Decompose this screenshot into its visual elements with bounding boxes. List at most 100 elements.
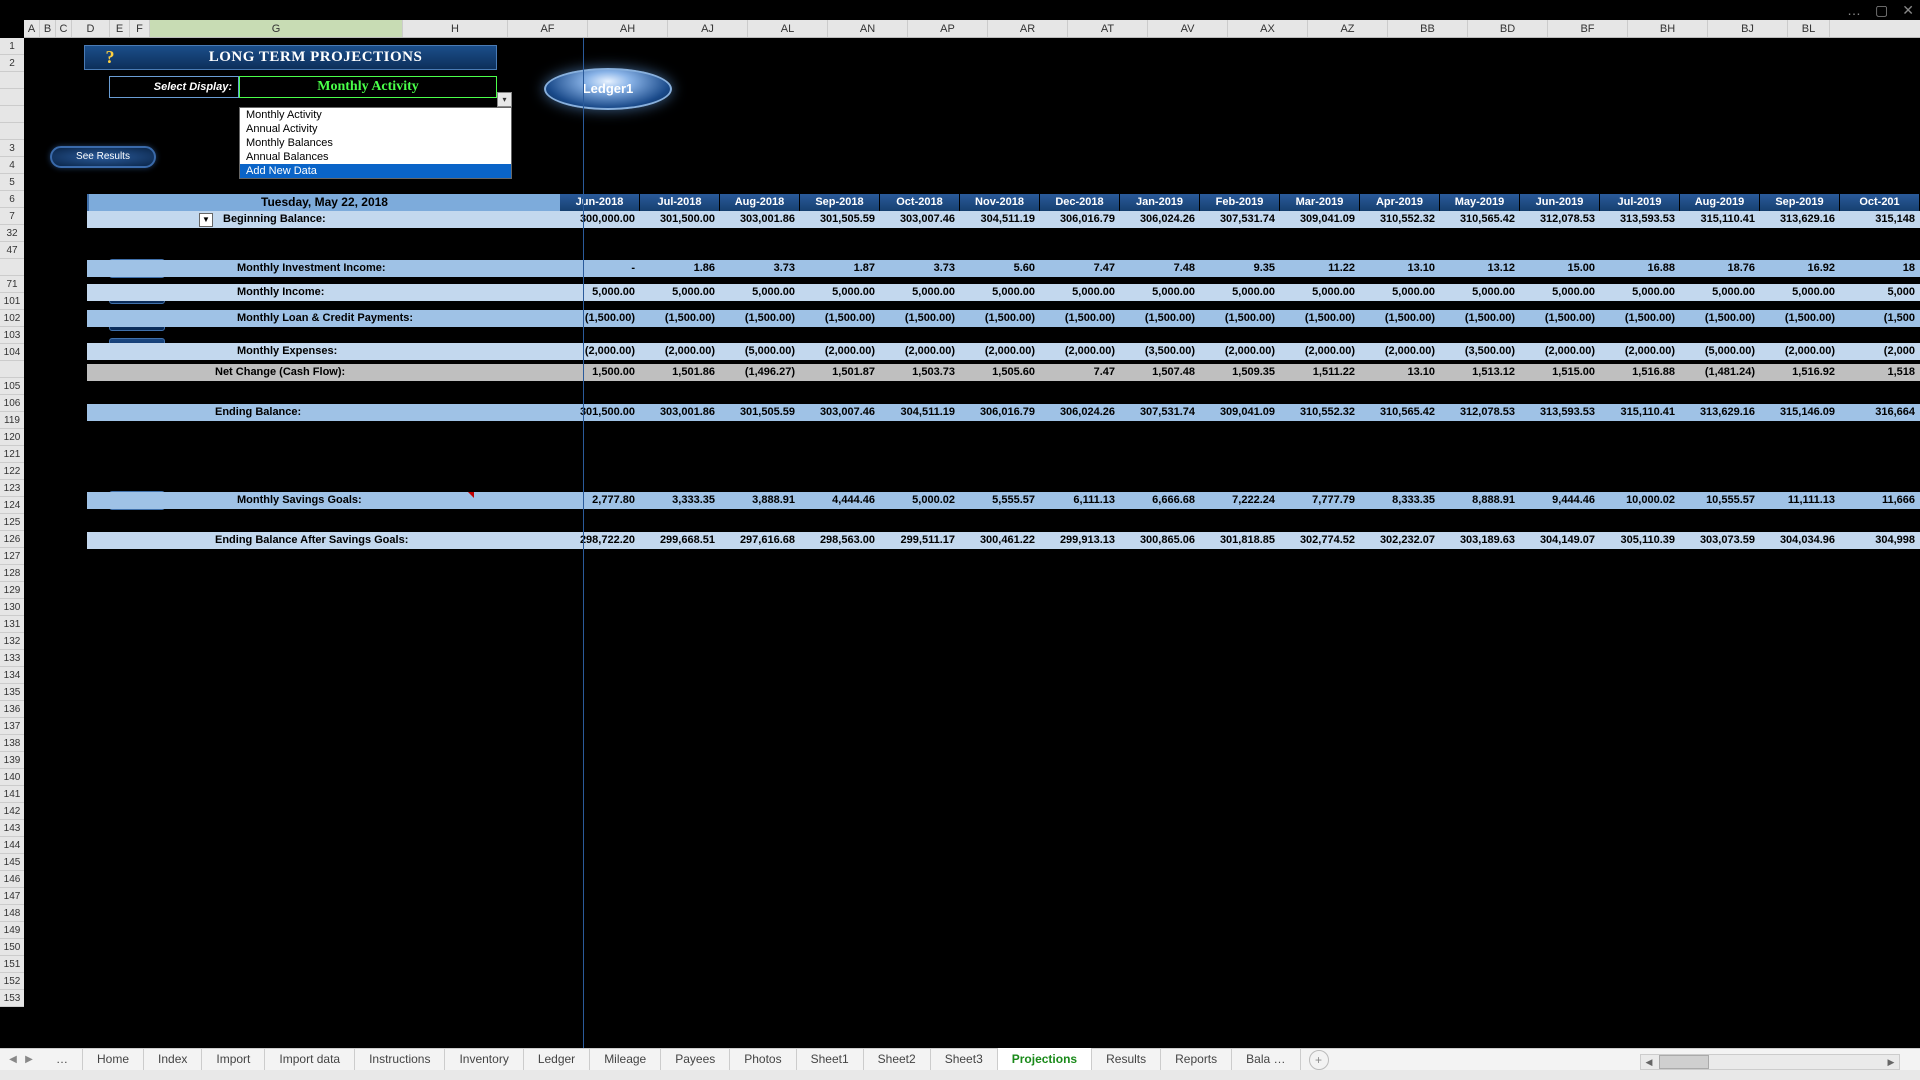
data-cell[interactable]: (1,500.00) [880,310,960,327]
data-cell[interactable]: 307,531.74 [1120,404,1200,421]
data-cell[interactable]: 303,001.86 [640,404,720,421]
data-cell[interactable]: 298,722.20 [560,532,640,549]
row-header[interactable]: 140 [0,769,24,786]
row-header[interactable]: 105 [0,378,24,395]
column-header[interactable]: AH [588,20,668,37]
data-cell[interactable]: (2,000.00) [880,343,960,360]
data-cell[interactable]: 5,000.00 [880,284,960,301]
row-header[interactable]: 106 [0,395,24,412]
data-cell[interactable]: (2,000.00) [640,343,720,360]
data-cell[interactable]: 5,000.00 [1280,284,1360,301]
row-header[interactable]: 7 [0,208,24,225]
data-cell[interactable]: 304,998 [1840,532,1920,549]
data-cell[interactable]: (2,000.00) [560,343,640,360]
data-cell[interactable]: 6,111.13 [1040,492,1120,509]
column-header[interactable]: AF [508,20,588,37]
sheet-tab[interactable]: Index [144,1048,202,1072]
data-cell[interactable]: 7.48 [1120,260,1200,277]
restore-icon[interactable]: ▢ [1875,2,1888,19]
row-header[interactable] [0,361,24,378]
data-cell[interactable]: (1,500.00) [1200,310,1280,327]
data-cell[interactable]: 13.10 [1360,260,1440,277]
row-header[interactable]: 120 [0,429,24,446]
sheet-tab[interactable]: Instructions [355,1048,445,1072]
data-cell[interactable]: (3,500.00) [1440,343,1520,360]
data-cell[interactable]: (1,500 [1840,310,1920,327]
data-cell[interactable]: 303,189.63 [1440,532,1520,549]
data-cell[interactable]: 9,444.46 [1520,492,1600,509]
column-header[interactable]: AZ [1308,20,1388,37]
data-cell[interactable]: 1,518 [1840,364,1920,381]
sheet-tab[interactable]: Results [1092,1048,1161,1072]
data-cell[interactable]: (1,500.00) [1040,310,1120,327]
sheet-tab[interactable]: Reports [1161,1048,1232,1072]
row-header[interactable]: 101 [0,293,24,310]
data-cell[interactable]: (5,000.00) [1680,343,1760,360]
data-cell[interactable]: 1,505.60 [960,364,1040,381]
data-cell[interactable]: 3,333.35 [640,492,720,509]
column-header[interactable]: AP [908,20,988,37]
sheet-tab[interactable]: Home [83,1048,144,1072]
row-header[interactable]: 142 [0,803,24,820]
data-cell[interactable]: 299,668.51 [640,532,720,549]
data-cell[interactable]: 11.22 [1280,260,1360,277]
data-cell[interactable]: (2,000.00) [1520,343,1600,360]
row-header[interactable]: 119 [0,412,24,429]
row-header[interactable]: 137 [0,718,24,735]
sheet-tab[interactable]: Inventory [445,1048,523,1072]
row-header[interactable]: 133 [0,650,24,667]
data-cell[interactable]: 303,073.59 [1680,532,1760,549]
data-cell[interactable]: 298,563.00 [800,532,880,549]
column-header[interactable]: AR [988,20,1068,37]
data-cell[interactable]: (1,500.00) [720,310,800,327]
sheet-tab[interactable]: Bala … [1232,1048,1300,1072]
column-header[interactable]: C [56,20,72,37]
data-cell[interactable]: 313,629.16 [1680,404,1760,421]
data-cell[interactable]: 315,146.09 [1760,404,1840,421]
data-cell[interactable]: 310,565.42 [1440,211,1520,228]
data-cell[interactable]: 1,501.86 [640,364,720,381]
data-cell[interactable]: 316,664 [1840,404,1920,421]
data-cell[interactable]: 312,078.53 [1440,404,1520,421]
data-cell[interactable]: 7,222.24 [1200,492,1280,509]
data-cell[interactable]: 310,552.32 [1360,211,1440,228]
data-cell[interactable]: 306,016.79 [960,404,1040,421]
data-cell[interactable]: 299,913.13 [1040,532,1120,549]
more-icon[interactable]: … [1847,2,1861,19]
data-cell[interactable]: 1.86 [640,260,720,277]
sheet-tab[interactable]: Mileage [590,1048,661,1072]
data-cell[interactable]: 301,500.00 [640,211,720,228]
column-header[interactable]: BD [1468,20,1548,37]
data-cell[interactable]: (2,000.00) [1040,343,1120,360]
sheet-tab[interactable]: Sheet2 [864,1048,931,1072]
data-cell[interactable]: 303,007.46 [800,404,880,421]
data-cell[interactable]: 5,000.00 [1680,284,1760,301]
data-cell[interactable]: 7.47 [1040,260,1120,277]
row-header[interactable]: 144 [0,837,24,854]
row-header[interactable]: 136 [0,701,24,718]
data-cell[interactable]: 5,000.00 [720,284,800,301]
row-header[interactable]: 102 [0,310,24,327]
see-results-button[interactable]: See Results [50,146,156,168]
data-cell[interactable]: 7.47 [1040,364,1120,381]
data-cell[interactable]: 303,007.46 [880,211,960,228]
select-display-value[interactable]: Monthly Activity [239,76,497,98]
row-header[interactable]: 47 [0,242,24,259]
data-cell[interactable]: (1,500.00) [640,310,720,327]
data-cell[interactable]: 302,774.52 [1280,532,1360,549]
data-cell[interactable]: 1.87 [800,260,880,277]
data-cell[interactable]: 5,555.57 [960,492,1040,509]
dropdown-option[interactable]: Annual Balances [240,150,511,164]
data-cell[interactable]: 300,461.22 [960,532,1040,549]
data-cell[interactable]: 312,078.53 [1520,211,1600,228]
row-header[interactable]: 147 [0,888,24,905]
data-cell[interactable]: 299,511.17 [880,532,960,549]
sheet-tab[interactable]: Sheet3 [931,1048,998,1072]
data-cell[interactable]: 307,531.74 [1200,211,1280,228]
sheet-tab[interactable]: Import [202,1048,265,1072]
data-cell[interactable]: 315,110.41 [1600,404,1680,421]
data-cell[interactable]: 1,509.35 [1200,364,1280,381]
data-cell[interactable]: (1,500.00) [1760,310,1840,327]
data-cell[interactable]: 11,666 [1840,492,1920,509]
data-cell[interactable]: 310,565.42 [1360,404,1440,421]
